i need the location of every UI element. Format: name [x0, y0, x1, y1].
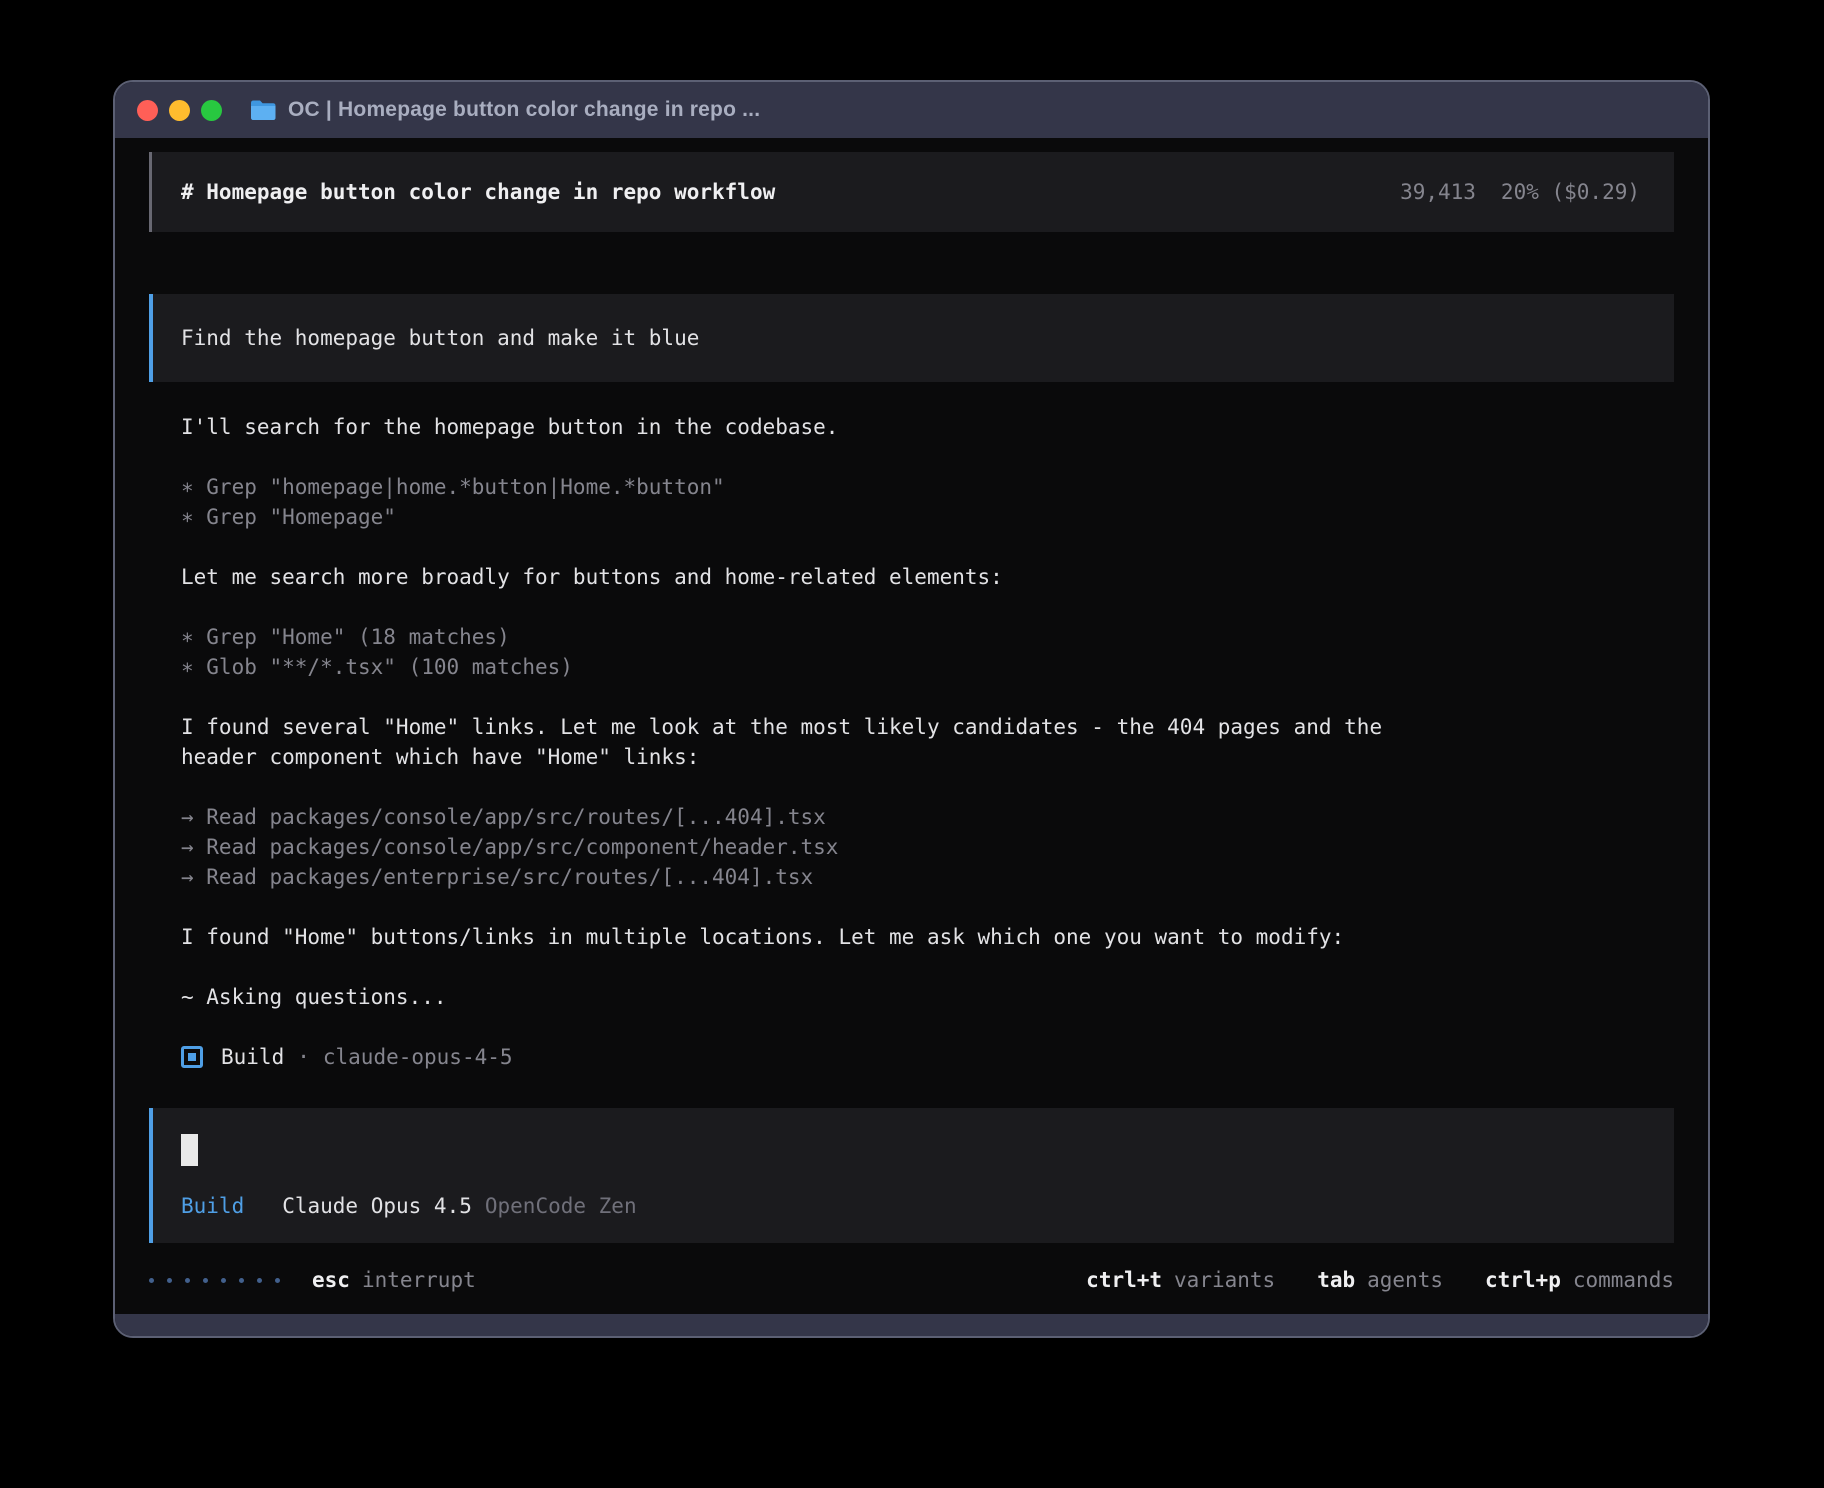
assistant-paragraph: I found several "Home" links. Let me loo… — [181, 712, 1674, 772]
agent-name: Build — [221, 1042, 284, 1072]
input-meta: Build Claude Opus 4.5 OpenCode Zen — [181, 1191, 1674, 1221]
session-title: # Homepage button color change in repo w… — [181, 177, 775, 207]
tool-call-read: → Read packages/console/app/src/routes/[… — [181, 802, 1674, 832]
session-stats: 39,413 20% ($0.29) — [1400, 177, 1640, 207]
tool-call-read: → Read packages/console/app/src/componen… — [181, 832, 1674, 862]
assistant-paragraph: I found "Home" buttons/links in multiple… — [181, 922, 1674, 952]
user-message-text: Find the homepage button and make it blu… — [181, 323, 699, 353]
folder-icon — [250, 99, 276, 121]
titlebar[interactable]: OC | Homepage button color change in rep… — [115, 82, 1708, 138]
context-usage-cost: 20% ($0.29) — [1501, 177, 1640, 207]
tool-call-grep: ∗ Grep "homepage|home.*button|Home.*butt… — [181, 472, 1674, 502]
session-header: # Homepage button color change in repo w… — [149, 152, 1674, 232]
status-left: esc interrupt — [149, 1265, 476, 1295]
agent-status-row: Build · claude-opus-4-5 — [181, 1042, 1674, 1072]
prompt-input[interactable]: Build Claude Opus 4.5 OpenCode Zen — [149, 1108, 1674, 1243]
minimize-button[interactable] — [169, 100, 190, 121]
window-title: OC | Homepage button color change in rep… — [288, 98, 760, 122]
tool-call-glob: ∗ Glob "**/*.tsx" (100 matches) — [181, 652, 1674, 682]
input-provider-name: OpenCode Zen — [485, 1191, 637, 1221]
terminal-content: # Homepage button color change in repo w… — [115, 138, 1708, 1314]
variants-hint: ctrl+t variants — [1086, 1265, 1275, 1295]
close-button[interactable] — [137, 100, 158, 121]
assistant-paragraph: I'll search for the homepage button in t… — [181, 412, 1674, 442]
tool-call-grep: ∗ Grep "Homepage" — [181, 502, 1674, 532]
agents-hint: tab agents — [1317, 1265, 1443, 1295]
tool-call-group: ∗ Grep "homepage|home.*button|Home.*butt… — [181, 472, 1674, 532]
tool-call-grep: ∗ Grep "Home" (18 matches) — [181, 622, 1674, 652]
user-message: Find the homepage button and make it blu… — [149, 294, 1674, 382]
build-agent-icon — [181, 1046, 203, 1068]
tool-call-group: → Read packages/console/app/src/routes/[… — [181, 802, 1674, 892]
commands-hint: ctrl+p commands — [1485, 1265, 1674, 1295]
agent-model: claude-opus-4-5 — [323, 1042, 513, 1072]
agent-separator: · — [297, 1042, 310, 1072]
assistant-response: I'll search for the homepage button in t… — [149, 412, 1674, 1072]
traffic-lights — [137, 100, 222, 121]
status-right: ctrl+t variants tab agents ctrl+p comman… — [1086, 1265, 1674, 1295]
asking-questions-status: ~ Asking questions... — [181, 982, 1674, 1012]
zoom-button[interactable] — [201, 100, 222, 121]
esc-key-hint: esc — [312, 1265, 350, 1295]
tool-call-read: → Read packages/enterprise/src/routes/[.… — [181, 862, 1674, 892]
tool-call-group: ∗ Grep "Home" (18 matches) ∗ Glob "**/*.… — [181, 622, 1674, 682]
working-spinner — [149, 1278, 280, 1283]
esc-key-label: interrupt — [362, 1265, 476, 1295]
input-model-name: Claude Opus 4.5 — [282, 1191, 472, 1221]
assistant-paragraph: Let me search more broadly for buttons a… — [181, 562, 1674, 592]
window-bottom-bar — [115, 1314, 1708, 1338]
status-bar: esc interrupt ctrl+t variants tab agents… — [149, 1265, 1674, 1295]
input-mode-badge: Build — [181, 1191, 244, 1221]
text-cursor — [181, 1134, 198, 1166]
terminal-window: OC | Homepage button color change in rep… — [113, 80, 1710, 1338]
token-count: 39,413 — [1400, 177, 1476, 207]
